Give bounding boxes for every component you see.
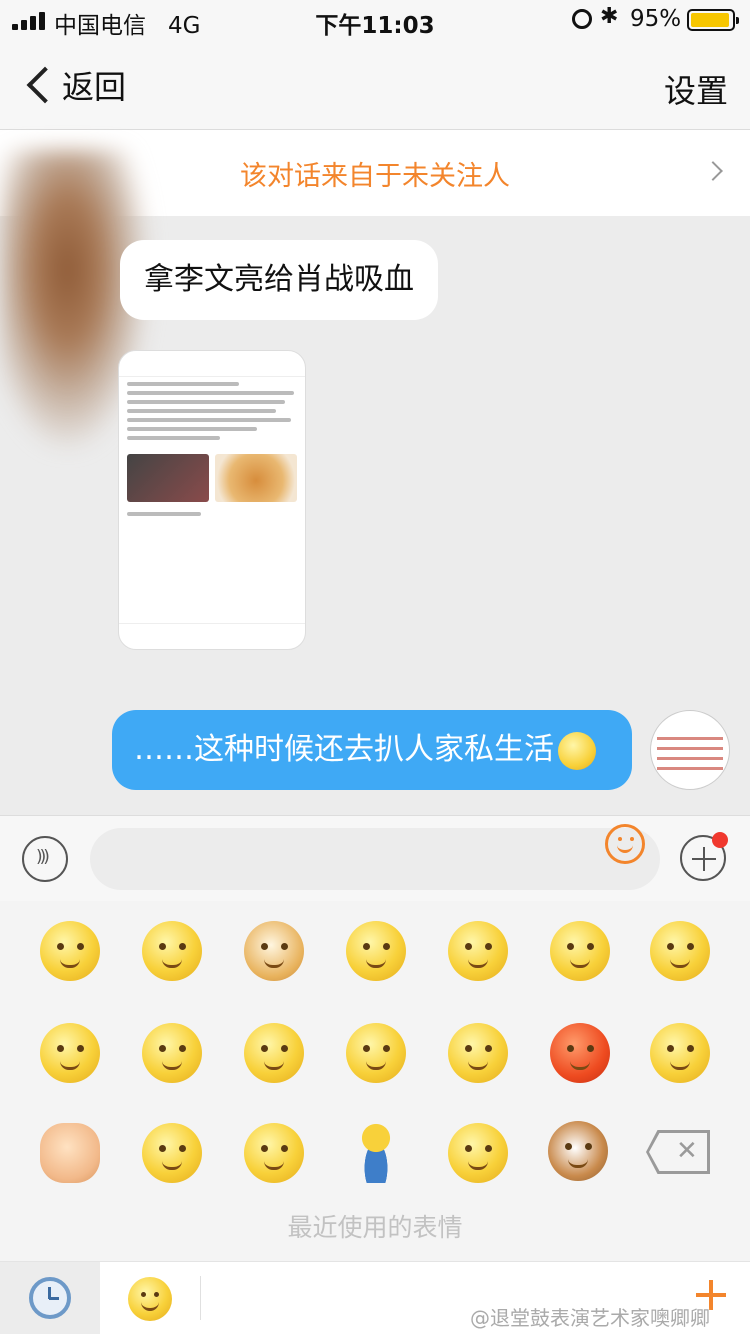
incoming-message-text: 拿李文亮给肖战吸血	[144, 262, 414, 297]
clock-icon	[29, 1277, 71, 1319]
fist-emoji-icon[interactable]	[40, 1123, 100, 1183]
watermelon-eating-emoji-icon[interactable]	[40, 921, 100, 981]
doge-emoji-icon[interactable]	[244, 921, 304, 981]
chevron-left-icon	[26, 66, 64, 104]
facepalm-laugh-emoji-icon[interactable]	[346, 921, 406, 981]
outgoing-message-bubble[interactable]: ……这种时候还去扒人家私生活	[112, 710, 632, 790]
eye-roll-emoji-icon[interactable]	[650, 921, 710, 981]
screenshot-photo	[127, 454, 209, 502]
voice-input-icon[interactable]	[22, 836, 68, 882]
tab-recent[interactable]	[0, 1262, 100, 1334]
vomit-emoji-icon[interactable]	[650, 1023, 710, 1083]
emoji-toggle-icon[interactable]	[605, 824, 645, 864]
incoming-message-bubble[interactable]: 拿李文亮给肖战吸血	[120, 240, 438, 320]
nav-bar: 返回 设置	[0, 40, 750, 130]
status-bar: 中国电信 4G 下午11:03 ✱ 95%	[0, 0, 750, 40]
incoming-image-message[interactable]	[118, 350, 306, 650]
screenshot-toolbar	[119, 623, 305, 649]
back-button[interactable]: 返回	[22, 62, 126, 108]
outgoing-message-text: ……这种时候还去扒人家私生活	[134, 732, 554, 767]
bluetooth-icon: ✱	[600, 4, 619, 29]
tab-default-emoji[interactable]	[128, 1277, 172, 1321]
question-emoji-icon[interactable]	[40, 1023, 100, 1083]
screenshot-food-photo	[215, 454, 297, 502]
cat-emoji-icon[interactable]	[548, 1121, 608, 1181]
speechless-emoji-icon[interactable]	[142, 1023, 202, 1083]
shy-emoji-icon[interactable]	[142, 921, 202, 981]
screenshot-thumbnail-header	[119, 351, 305, 377]
sad-emoji-icon[interactable]	[550, 921, 610, 981]
mouth-shut-emoji-icon[interactable]	[244, 1123, 304, 1183]
angry-emoji-icon[interactable]	[550, 1023, 610, 1083]
message-input[interactable]	[90, 828, 660, 890]
back-label: 返回	[62, 68, 127, 106]
backspace-x-icon: ✕	[676, 1136, 698, 1166]
battery-icon	[687, 9, 739, 31]
laugh-cry-emoji-icon[interactable]	[346, 1023, 406, 1083]
alarm-icon	[572, 9, 592, 29]
my-avatar[interactable]	[650, 710, 730, 790]
sweat-emoji-icon[interactable]	[448, 1123, 508, 1183]
pitiful-emoji-icon[interactable]	[142, 1123, 202, 1183]
glasses-emoji-icon[interactable]	[244, 1023, 304, 1083]
confused-emoji-icon[interactable]	[448, 921, 508, 981]
recent-emoji-caption: 最近使用的表情	[287, 1213, 463, 1242]
weibo-watermark: @退堂鼓表演艺术家噢卿卿	[470, 1306, 710, 1330]
thinking-emoji-icon[interactable]	[448, 1023, 508, 1083]
sitting-man-emoji-icon[interactable]	[356, 1123, 396, 1183]
settings-button[interactable]: 设置	[664, 66, 728, 112]
battery-percent: 95%	[630, 6, 682, 32]
confused-emoji-icon	[558, 731, 596, 770]
emoji-panel	[0, 901, 750, 1261]
notification-dot	[712, 832, 728, 848]
